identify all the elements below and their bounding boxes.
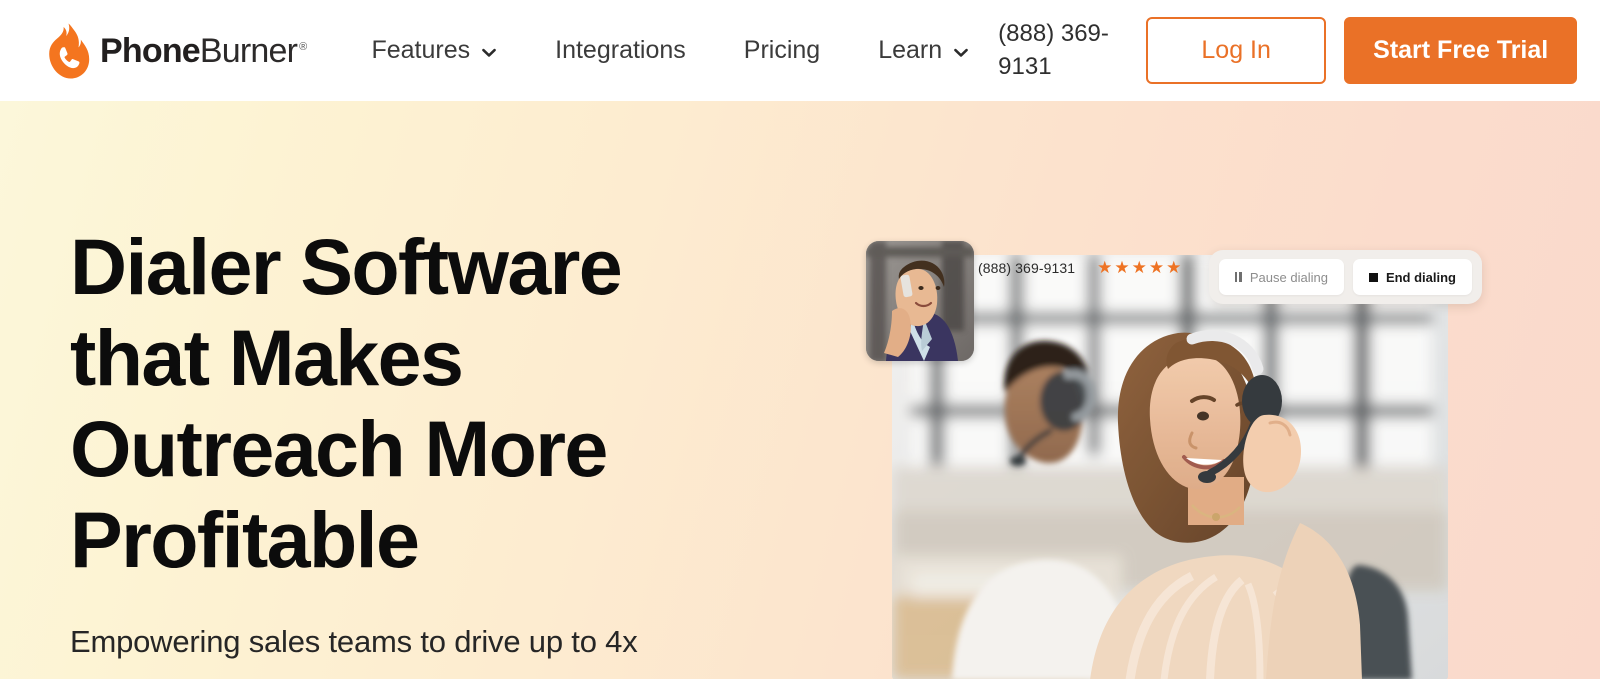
nav-item-features[interactable]: Features <box>342 38 526 63</box>
main-navigation: Features Integrations Pricing Learn <box>342 38 998 63</box>
hero-subtitle: Empowering sales teams to drive up to 4x <box>70 624 638 659</box>
pause-dialing-button[interactable]: Pause dialing <box>1218 259 1344 295</box>
pause-icon <box>1234 272 1242 282</box>
dialing-controls-card: Pause dialing End dialing <box>1208 250 1482 304</box>
call-center-photo <box>892 255 1448 679</box>
nav-label: Pricing <box>743 36 821 64</box>
caller-phone-number: (888) 369-9131 <box>978 259 1076 276</box>
header-phone-number[interactable]: (888) 369-9131 <box>998 18 1122 83</box>
star-icon: ★ <box>1166 258 1182 277</box>
pause-dialing-label: Pause dialing <box>1249 269 1328 285</box>
title-line: Outreach More <box>70 404 608 493</box>
nav-item-pricing[interactable]: Pricing <box>715 38 849 63</box>
star-icon: ★ <box>1148 258 1165 277</box>
header-actions: (888) 369-9131 Log In Start Free Trial <box>998 17 1578 84</box>
title-line: Dialer Software <box>70 222 623 311</box>
chevron-down-icon <box>481 45 497 61</box>
page-title: Dialer Software that Makes Outreach More… <box>70 221 790 585</box>
rating-stars: ★ ★ ★ ★ ★ <box>1097 259 1181 276</box>
nav-label: Learn <box>878 36 943 64</box>
page-root: Phone Burner ® Features Integrations Prici… <box>0 0 1600 679</box>
log-in-button[interactable]: Log In <box>1146 17 1327 84</box>
nav-item-learn[interactable]: Learn <box>849 38 998 63</box>
hero-section: Dialer Software that Makes Outreach More… <box>0 101 1600 679</box>
nav-label: Features <box>371 36 471 64</box>
title-line: that Makes <box>70 313 464 402</box>
site-header: Phone Burner ® Features Integrations Prici… <box>0 0 1600 101</box>
nav-item-integrations[interactable]: Integrations <box>526 38 715 63</box>
end-dialing-label: End dialing <box>1385 269 1456 285</box>
caller-avatar <box>866 241 974 361</box>
stop-icon <box>1368 272 1378 282</box>
nav-label: Integrations <box>555 36 686 64</box>
brand-logo[interactable]: Phone Burner ® <box>44 23 307 79</box>
brand-name-light: Burner <box>199 31 298 70</box>
start-free-trial-button[interactable]: Start Free Trial <box>1344 17 1578 84</box>
brand-name-bold: Phone <box>100 31 201 70</box>
title-line: Profitable <box>70 495 420 584</box>
hero-copy: Dialer Software that Makes Outreach More… <box>70 221 790 663</box>
caller-info-strip: (888) 369-9131 ★ ★ ★ ★ ★ <box>978 259 1181 276</box>
brand-wordmark: Phone Burner ® <box>100 31 307 70</box>
end-dialing-button[interactable]: End dialing <box>1352 259 1472 295</box>
star-icon: ★ <box>1131 258 1147 277</box>
star-icon: ★ <box>1114 258 1130 277</box>
hero-visual: (888) 369-9131 ★ ★ ★ ★ ★ Pause dialing E… <box>866 241 1482 679</box>
flame-phone-logo-icon <box>44 23 90 79</box>
registered-mark: ® <box>299 40 307 53</box>
chevron-down-icon <box>953 45 969 61</box>
star-icon: ★ <box>1097 258 1113 277</box>
